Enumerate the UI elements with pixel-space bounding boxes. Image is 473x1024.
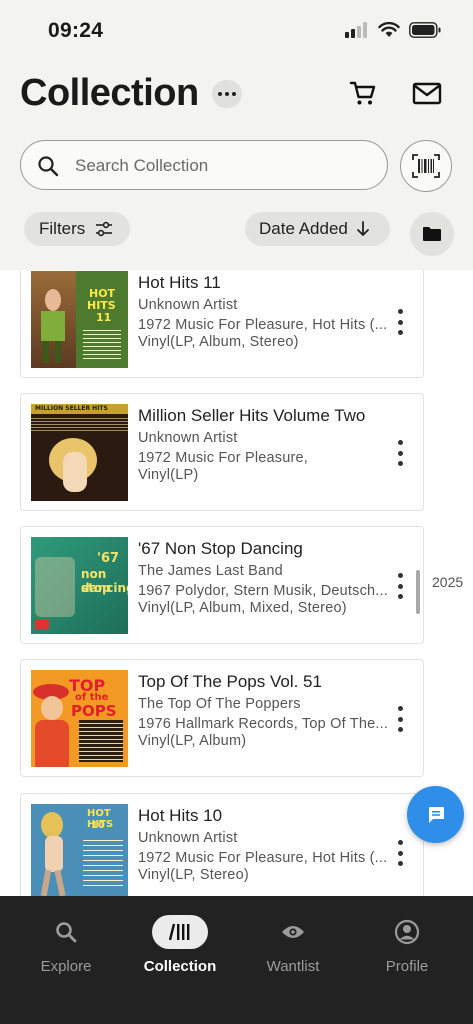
- status-icons: [345, 22, 441, 38]
- status-time: 09:24: [48, 19, 104, 42]
- page-title: Collection: [20, 72, 199, 114]
- list-item[interactable]: TOP of the POPS Top Of The Pops Vol. 51 …: [20, 659, 424, 777]
- nav-collection[interactable]: Collection: [125, 914, 235, 975]
- record-menu-button[interactable]: [395, 309, 405, 335]
- record-label-line: 1976 Hallmark Records, Top Of The...: [138, 716, 389, 732]
- nav-explore[interactable]: Explore: [11, 914, 121, 975]
- record-menu-button[interactable]: [395, 706, 405, 732]
- nav-collection-label: Collection: [143, 958, 217, 975]
- record-list[interactable]: HOT HITS 11 Hot Hits 11 Unknown Artist 1…: [0, 270, 473, 896]
- sort-label: Date Added: [259, 219, 348, 238]
- search-icon: [56, 922, 77, 943]
- record-format: Vinyl(LP, Album, Stereo): [138, 334, 299, 350]
- record-title: Hot Hits 10: [138, 806, 223, 825]
- scroll-thumb[interactable]: [416, 570, 420, 614]
- album-cover: HOT HITS 10: [31, 804, 128, 896]
- record-label-line: 1972 Music For Pleasure, Hot Hits (...: [138, 317, 388, 333]
- folder-icon: [423, 227, 441, 241]
- wifi-icon: [378, 22, 400, 37]
- record-artist: The Top Of The Poppers: [138, 696, 301, 712]
- record-artist: Unknown Artist: [138, 297, 238, 313]
- chat-icon: [428, 806, 444, 823]
- eye-icon: [282, 926, 304, 938]
- album-cover: MILLION SELLER HITS: [31, 404, 128, 501]
- filters-label: Filters: [39, 219, 86, 238]
- nav-wantlist-label: Wantlist: [266, 958, 320, 975]
- record-artist: The James Last Band: [138, 563, 283, 579]
- record-menu-button[interactable]: [395, 840, 405, 866]
- record-label-line: 1972 Music For Pleasure, Hot Hits (...: [138, 850, 388, 866]
- record-format: Vinyl(LP, Stereo): [138, 867, 249, 883]
- more-dots-icon: [218, 92, 222, 96]
- record-title: Hot Hits 11: [138, 273, 221, 292]
- nav-active-indicator: [152, 915, 208, 949]
- search-bar[interactable]: [20, 140, 388, 190]
- record-title: '67 Non Stop Dancing: [138, 539, 303, 558]
- album-cover: HOT HITS 11: [31, 271, 128, 368]
- record-menu-button[interactable]: [395, 573, 405, 599]
- list-item[interactable]: MILLION SELLER HITS Million Seller Hits …: [20, 393, 424, 511]
- barcode-icon: [412, 154, 440, 178]
- status-bar: 09:24: [0, 0, 473, 60]
- collection-icon: [169, 923, 190, 941]
- bottom-nav: Explore Collection Wantlist Profile: [0, 896, 473, 1024]
- sliders-icon: [96, 221, 113, 237]
- more-options-button[interactable]: [212, 80, 242, 108]
- search-input[interactable]: [73, 141, 377, 190]
- list-item[interactable]: HOT HITS 10 Hot Hits 10 Unknown Artist 1…: [20, 793, 424, 896]
- folder-button[interactable]: [410, 212, 454, 256]
- header: 09:24 Collection Search Collection Filte…: [0, 0, 473, 270]
- album-cover: TOP of the POPS: [31, 670, 128, 767]
- nav-explore-label: Explore: [40, 958, 92, 975]
- signal-icon: [345, 22, 367, 38]
- battery-icon: [409, 22, 441, 38]
- profile-icon: [394, 919, 420, 945]
- list-item[interactable]: HOT HITS 11 Hot Hits 11 Unknown Artist 1…: [20, 270, 424, 378]
- record-artist: Unknown Artist: [138, 430, 238, 446]
- cart-icon[interactable]: [348, 78, 378, 108]
- record-label-line: 1967 Polydor, Stern Musik, Deutsch...: [138, 583, 388, 599]
- arrow-down-icon: [356, 221, 369, 236]
- chat-button[interactable]: [407, 786, 464, 843]
- scroll-year-label: 2025: [432, 574, 464, 590]
- search-icon: [38, 156, 59, 177]
- album-cover: '67 non stop dancing: [31, 537, 128, 634]
- record-label-line: 1972 Music For Pleasure,: [138, 450, 309, 466]
- list-item[interactable]: '67 non stop dancing '67 Non Stop Dancin…: [20, 526, 424, 644]
- record-format: Vinyl(LP, Album, Mixed, Stereo): [138, 600, 347, 616]
- nav-profile-label: Profile: [385, 958, 429, 975]
- mail-icon[interactable]: [412, 80, 442, 108]
- record-format: Vinyl(LP): [138, 467, 199, 483]
- nav-wantlist[interactable]: Wantlist: [238, 914, 348, 975]
- record-format: Vinyl(LP, Album): [138, 733, 247, 749]
- record-title: Top Of The Pops Vol. 51: [138, 672, 322, 691]
- record-menu-button[interactable]: [395, 440, 405, 466]
- record-title: Million Seller Hits Volume Two: [138, 406, 366, 425]
- record-artist: Unknown Artist: [138, 830, 238, 846]
- title-row: Collection: [20, 70, 453, 120]
- sort-button[interactable]: Date Added: [245, 212, 390, 246]
- nav-profile[interactable]: Profile: [352, 914, 462, 975]
- barcode-scan-button[interactable]: [400, 140, 452, 192]
- filters-button[interactable]: Filters: [24, 212, 130, 246]
